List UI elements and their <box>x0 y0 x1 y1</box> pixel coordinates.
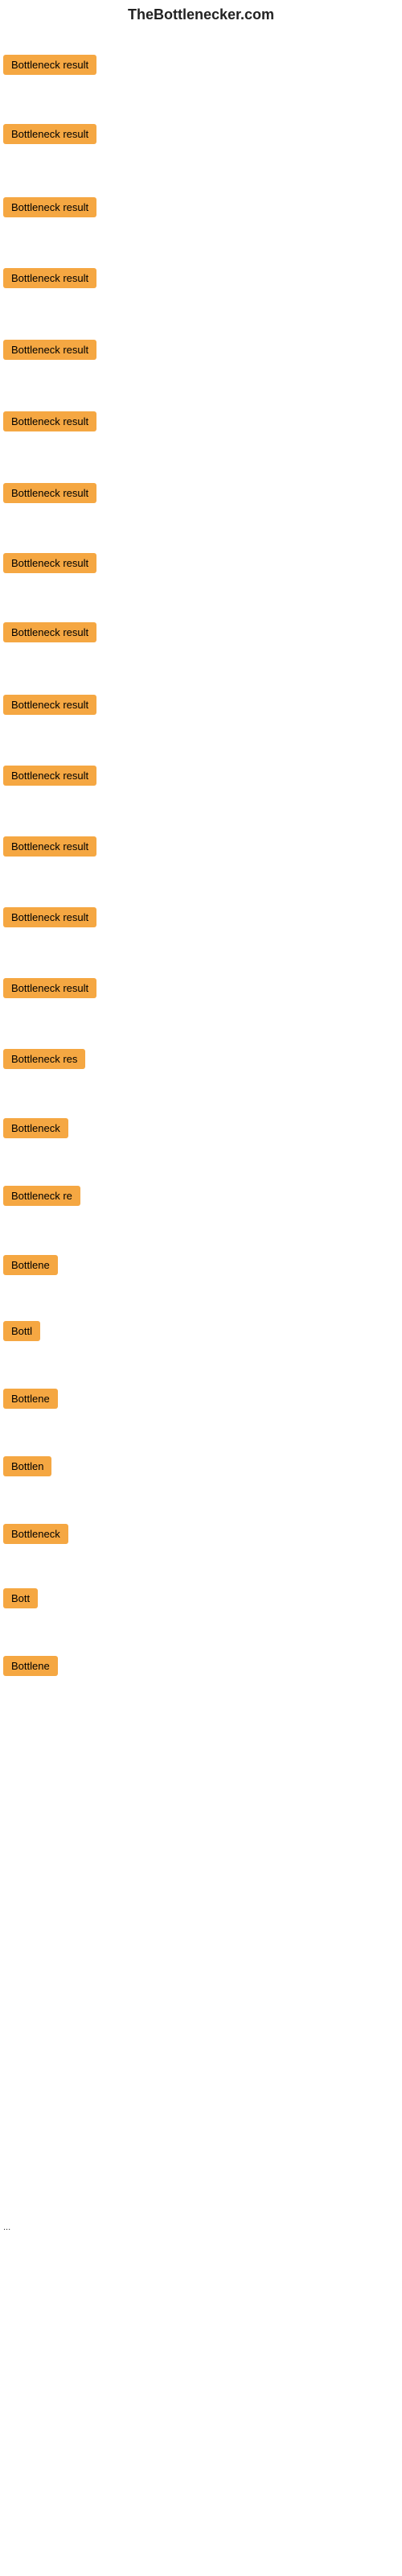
bottleneck-item: Bott <box>3 1588 38 1612</box>
bottleneck-badge[interactable]: Bottleneck result <box>3 553 96 573</box>
bottleneck-item: Bottleneck re <box>3 1186 80 1210</box>
bottleneck-item: Bottleneck result <box>3 695 96 719</box>
bottleneck-badge[interactable]: Bottleneck <box>3 1524 68 1544</box>
bottleneck-item: Bottleneck result <box>3 268 96 292</box>
bottleneck-badge[interactable]: Bottleneck result <box>3 907 96 927</box>
bottleneck-badge[interactable]: Bottleneck result <box>3 836 96 857</box>
bottleneck-item: Bottl <box>3 1321 40 1345</box>
bottleneck-badge[interactable]: Bottlene <box>3 1389 58 1409</box>
bottleneck-item: Bottlene <box>3 1389 58 1413</box>
bottleneck-item: Bottleneck <box>3 1118 68 1142</box>
bottleneck-badge[interactable]: Bottleneck result <box>3 695 96 715</box>
bottleneck-badge[interactable]: Bottleneck result <box>3 483 96 503</box>
bottleneck-badge[interactable]: Bottlen <box>3 1456 51 1476</box>
bottleneck-badge[interactable]: Bottleneck result <box>3 197 96 217</box>
bottleneck-badge[interactable]: Bottl <box>3 1321 40 1341</box>
bottleneck-item: Bottleneck result <box>3 124 96 148</box>
bottleneck-item: Bottleneck result <box>3 340 96 364</box>
bottleneck-badge[interactable]: Bottleneck <box>3 1118 68 1138</box>
bottleneck-item: Bottleneck result <box>3 622 96 646</box>
bottleneck-item: Bottleneck <box>3 1524 68 1548</box>
bottleneck-item: Bottlene <box>3 1255 58 1279</box>
bottleneck-item: Bottleneck result <box>3 197 96 221</box>
bottleneck-badge[interactable]: Bottleneck result <box>3 766 96 786</box>
bottleneck-badge[interactable]: Bottleneck result <box>3 622 96 642</box>
bottleneck-badge[interactable]: Bottleneck result <box>3 978 96 998</box>
bottleneck-item: Bottleneck result <box>3 553 96 577</box>
bottleneck-item: Bottlen <box>3 1456 51 1480</box>
bottleneck-badge[interactable]: Bottleneck re <box>3 1186 80 1206</box>
site-title: TheBottlenecker.com <box>0 0 402 33</box>
bottleneck-badge[interactable]: Bottlene <box>3 1656 58 1676</box>
bottleneck-badge[interactable]: Bottleneck result <box>3 268 96 288</box>
bottleneck-badge[interactable]: Bottlene <box>3 1255 58 1275</box>
bottleneck-badge[interactable]: Bottleneck res <box>3 1049 85 1069</box>
bottleneck-item: Bottleneck res <box>3 1049 85 1073</box>
bottleneck-item: Bottleneck result <box>3 836 96 861</box>
bottleneck-item: Bottleneck result <box>3 483 96 507</box>
items-container: Bottleneck result Bottleneck result Bottle… <box>0 33 402 2529</box>
bottleneck-badge[interactable]: Bottleneck result <box>3 411 96 431</box>
bottleneck-item: Bottleneck result <box>3 411 96 436</box>
bottleneck-badge[interactable]: Bott <box>3 1588 38 1608</box>
bottleneck-item: Bottleneck result <box>3 907 96 931</box>
bottleneck-item: Bottleneck result <box>3 766 96 790</box>
bottleneck-badge[interactable]: Bottleneck result <box>3 55 96 75</box>
bottleneck-badge[interactable]: Bottleneck result <box>3 124 96 144</box>
bottleneck-item: Bottlene <box>3 1656 58 1680</box>
bottleneck-item: Bottleneck result <box>3 55 96 79</box>
footnote: ... <box>3 2223 10 2232</box>
bottleneck-item: Bottleneck result <box>3 978 96 1002</box>
bottleneck-badge[interactable]: Bottleneck result <box>3 340 96 360</box>
